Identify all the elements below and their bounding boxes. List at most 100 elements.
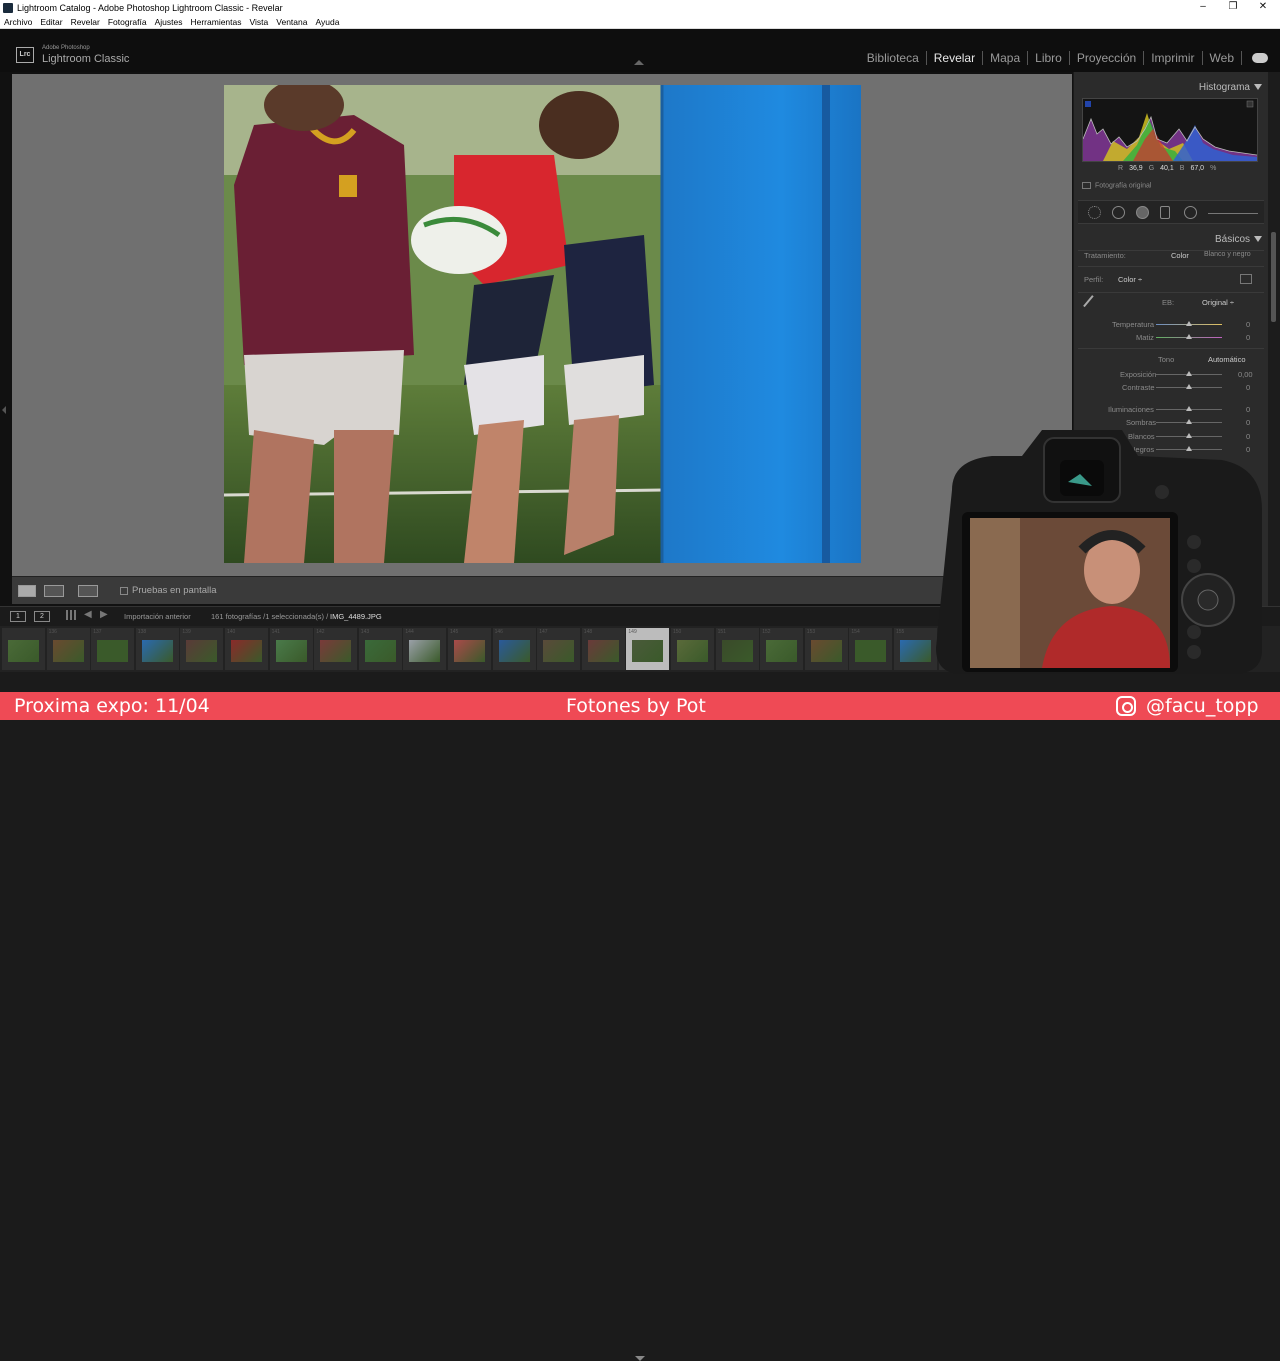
menu-editar[interactable]: Editar [40,17,62,27]
filmstrip-thumbnail[interactable]: 136 [46,628,90,670]
brand-line2: Lightroom Classic [42,53,130,65]
wb-dropdown[interactable]: Original ÷ [1202,298,1234,307]
window-2-button[interactable]: 2 [34,611,50,622]
thumbnail-image [498,640,530,662]
filmstrip-thumbnail[interactable]: 144 [403,628,447,670]
module-web[interactable]: Web [1203,51,1242,65]
filmstrip-thumbnail[interactable]: 153 [804,628,848,670]
module-proyeccion[interactable]: Proyección [1070,51,1145,65]
divider [1078,266,1264,267]
red-eye-icon[interactable] [1136,206,1149,219]
window-1-button[interactable]: 1 [10,611,26,622]
photo-viewer[interactable] [12,74,1072,576]
tint-value[interactable]: 0 [1246,333,1250,342]
banner-expo-text: Proxima expo: 11/04 [14,695,210,717]
thumbnail-number: 152 [762,629,771,635]
filmstrip-thumbnail[interactable]: 148 [581,628,625,670]
filmstrip-thumbnail[interactable]: 150 [671,628,714,670]
temperature-value[interactable]: 0 [1246,320,1250,329]
menu-ayuda[interactable]: Ayuda [315,17,339,27]
histogram-graph[interactable] [1082,98,1258,162]
highlights-slider[interactable] [1156,406,1222,411]
filmstrip-thumbnail[interactable]: 155 [894,628,937,670]
filmstrip-thumbnail[interactable] [2,628,45,670]
module-picker: Biblioteca Revelar Mapa Libro Proyección… [860,51,1268,65]
exposure-value[interactable]: 0,00 [1238,370,1253,379]
filmstrip-thumbnail[interactable]: 142 [314,628,358,670]
close-button[interactable]: ✕ [1248,0,1278,15]
filmstrip-thumbnail[interactable]: 154 [849,628,893,670]
graduated-filter-icon[interactable] [1160,206,1170,219]
menu-ventana[interactable]: Ventana [276,17,307,27]
tint-slider[interactable] [1156,334,1222,339]
divider [1078,348,1264,349]
main-photo[interactable] [224,85,861,563]
menu-archivo[interactable]: Archivo [4,17,32,27]
filmstrip-thumbnail[interactable]: 145 [448,628,491,670]
exposure-slider[interactable] [1156,371,1222,376]
collapse-triangle-icon[interactable] [1254,236,1262,242]
b-label: B [1179,165,1185,172]
minimize-button[interactable]: – [1188,0,1218,15]
module-libro[interactable]: Libro [1028,51,1070,65]
menu-ajustes[interactable]: Ajustes [155,17,183,27]
filmstrip-thumbnail[interactable]: 151 [715,628,759,670]
menu-revelar[interactable]: Revelar [71,17,100,27]
filmstrip-thumbnail[interactable]: 137 [91,628,135,670]
menu-herramientas[interactable]: Herramientas [190,17,241,27]
bottom-panel-toggle-icon[interactable] [635,1356,645,1361]
highlights-value[interactable]: 0 [1246,405,1250,414]
filmstrip-thumbnail[interactable]: 147 [537,628,581,670]
temperature-slider[interactable] [1156,321,1222,326]
thumbnail-number: 144 [405,629,414,635]
soft-proofing-checkbox[interactable] [120,587,128,595]
brush-slider-icon[interactable] [1208,213,1258,214]
top-panel-toggle-icon[interactable] [634,60,644,65]
forward-arrow-icon[interactable]: ▶ [100,609,108,620]
back-arrow-icon[interactable]: ◀ [84,609,92,620]
collapse-triangle-icon[interactable] [1254,84,1262,90]
module-biblioteca[interactable]: Biblioteca [860,51,927,65]
soft-proofing-label: Pruebas en pantalla [132,585,217,596]
filmstrip-thumbnail[interactable]: 140 [225,628,268,670]
module-revelar[interactable]: Revelar [927,51,984,65]
filmstrip-thumbnail[interactable]: 139 [180,628,224,670]
spot-removal-icon[interactable] [1112,206,1125,219]
contrast-slider[interactable] [1156,384,1222,389]
grid-view-icon[interactable] [66,610,76,620]
loupe-view-button[interactable] [18,585,36,597]
maximize-button[interactable]: ❐ [1218,0,1248,15]
treatment-color-option[interactable]: Color [1171,251,1189,260]
profile-browser-icon[interactable] [1240,274,1252,284]
before-after-toggle-button[interactable] [78,585,98,597]
menu-fotografia[interactable]: Fotografía [108,17,147,27]
menu-vista[interactable]: Vista [250,17,269,27]
filmstrip-thumbnail[interactable]: 152 [760,628,804,670]
scrollbar-thumb[interactable] [1271,232,1276,322]
filmstrip-thumbnail[interactable]: 146 [492,628,536,670]
radial-filter-icon[interactable] [1184,206,1197,219]
cloud-sync-icon[interactable] [1252,53,1268,63]
filmstrip-thumbnail[interactable]: 138 [135,628,179,670]
module-mapa[interactable]: Mapa [983,51,1029,65]
basics-header[interactable]: Básicos [1074,228,1268,250]
filmstrip-thumbnail[interactable]: 143 [358,628,402,670]
histogram-header[interactable]: Histograma [1074,76,1268,98]
treatment-bw-option[interactable]: Blanco y negro [1204,251,1251,258]
treatment-label: Tratamiento: [1084,251,1126,260]
module-imprimir[interactable]: Imprimir [1144,51,1203,65]
auto-tone-button[interactable]: Automático [1208,355,1246,364]
filmstrip-thumbnail[interactable]: 149 [626,628,670,670]
original-photo-label[interactable]: Fotografía original [1082,182,1151,189]
profile-dropdown[interactable]: Color ÷ [1118,275,1142,284]
profile-label: Perfil: [1084,275,1104,284]
left-panel-toggle-icon[interactable] [2,406,6,414]
contrast-value[interactable]: 0 [1246,383,1250,392]
filmstrip-source[interactable]: Importación anterior [124,612,191,621]
crop-tool-icon[interactable] [1088,206,1101,219]
filmstrip-filename[interactable]: IMG_4489.JPG [330,612,382,621]
right-panel-scrollbar[interactable] [1268,72,1280,606]
eyedropper-icon[interactable] [1083,295,1103,315]
filmstrip-thumbnail[interactable]: 141 [269,628,313,670]
before-after-button[interactable] [44,585,64,597]
